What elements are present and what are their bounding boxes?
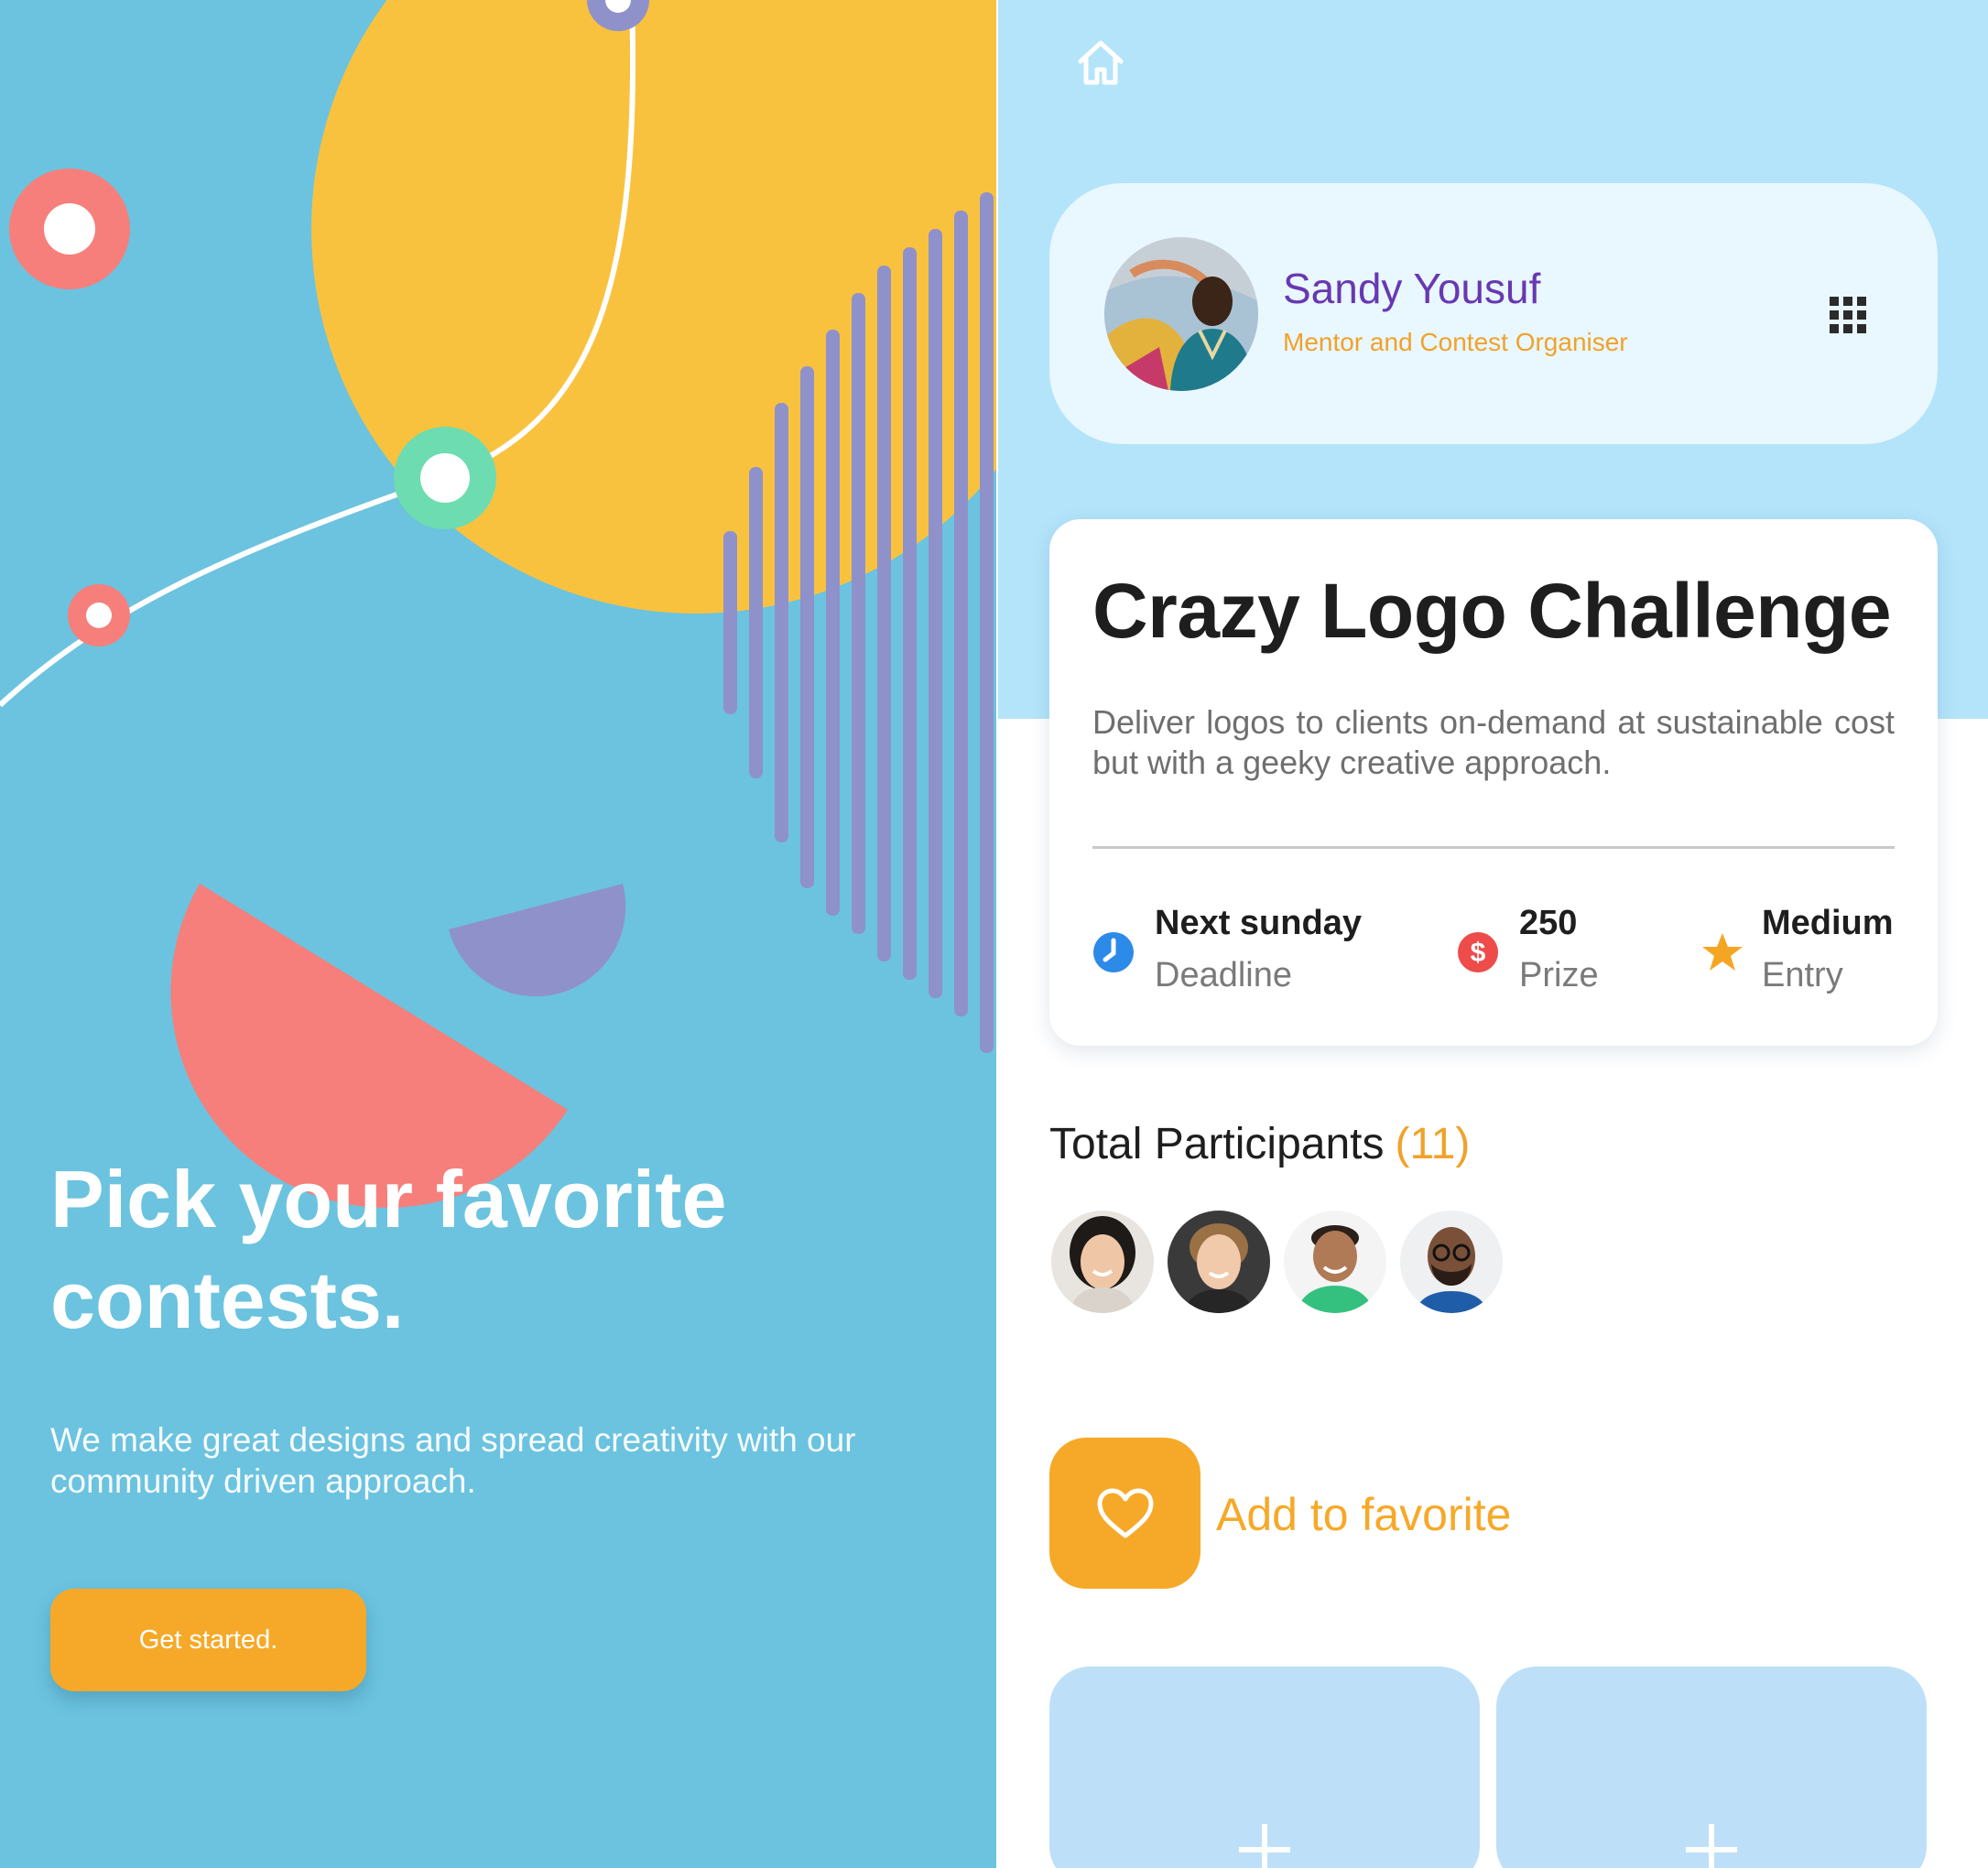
svg-text:$: $ bbox=[1471, 938, 1486, 968]
add-tile-1[interactable] bbox=[1049, 1667, 1480, 1868]
divider bbox=[1092, 846, 1895, 849]
add-tile-2[interactable] bbox=[1496, 1667, 1927, 1868]
clock-icon bbox=[1093, 932, 1134, 972]
prize-label: Prize bbox=[1519, 956, 1599, 994]
decorative-illustration bbox=[0, 0, 996, 1208]
entry-label: Entry bbox=[1762, 956, 1843, 994]
hero-title-line-1: Pick your favorite bbox=[50, 1154, 727, 1244]
get-started-button[interactable]: Get started. bbox=[50, 1589, 366, 1691]
contest-title: Crazy Logo Challenge bbox=[1092, 568, 1892, 654]
participant-avatar-3[interactable] bbox=[1282, 1209, 1388, 1315]
participants-count: (11) bbox=[1395, 1120, 1471, 1168]
stat-prize: $ 250 Prize bbox=[1457, 904, 1640, 1005]
organiser-role: Mentor and Contest Organiser bbox=[1283, 328, 1628, 356]
participant-avatar-2[interactable] bbox=[1166, 1209, 1272, 1315]
onboarding-screen: Pick your favorite contests. We make gre… bbox=[0, 0, 996, 1868]
home-icon[interactable] bbox=[1073, 35, 1128, 90]
entry-value: Medium bbox=[1762, 904, 1894, 942]
stat-deadline: Next sunday Deadline bbox=[1092, 904, 1385, 1005]
add-to-favorite-label[interactable]: Add to favorite bbox=[1216, 1488, 1511, 1541]
participants-heading: Total Participants (11) bbox=[1049, 1119, 1470, 1169]
contest-detail-screen: Sandy Yousuf Mentor and Contest Organise… bbox=[998, 0, 1988, 1868]
add-to-favorite-button[interactable] bbox=[1049, 1438, 1200, 1589]
participants-title: Total Participants bbox=[1049, 1120, 1385, 1168]
hero-title: Pick your favorite contests. bbox=[50, 1149, 875, 1351]
stat-entry: Medium Entry bbox=[1701, 904, 1912, 1005]
plus-icon bbox=[1239, 1824, 1290, 1868]
participant-avatar-1[interactable] bbox=[1049, 1209, 1156, 1315]
hero-subtitle: We make great designs and spread creativ… bbox=[50, 1421, 856, 1500]
plus-icon bbox=[1686, 1824, 1737, 1868]
contest-card: Crazy Logo Challenge Deliver logos to cl… bbox=[1049, 519, 1938, 1046]
purple-semicircle-shape bbox=[449, 884, 626, 997]
dollar-icon: $ bbox=[1458, 932, 1498, 972]
participant-avatar-4[interactable] bbox=[1398, 1209, 1505, 1315]
sun-circle-shape bbox=[311, 0, 996, 614]
prize-value: 250 bbox=[1519, 904, 1578, 942]
hero-title-line-2: contests. bbox=[50, 1254, 405, 1345]
organiser-name: Sandy Yousuf bbox=[1283, 265, 1541, 312]
organiser-profile-card[interactable]: Sandy Yousuf Mentor and Contest Organise… bbox=[1049, 183, 1938, 444]
avatar[interactable] bbox=[1104, 237, 1258, 391]
deadline-label: Deadline bbox=[1155, 956, 1292, 994]
star-icon bbox=[1702, 933, 1743, 971]
grid-icon[interactable] bbox=[1828, 295, 1868, 335]
deadline-value: Next sunday bbox=[1155, 904, 1362, 942]
contest-description: Deliver logos to clients on-demand at su… bbox=[1092, 703, 1895, 781]
heart-icon bbox=[1097, 1488, 1154, 1538]
